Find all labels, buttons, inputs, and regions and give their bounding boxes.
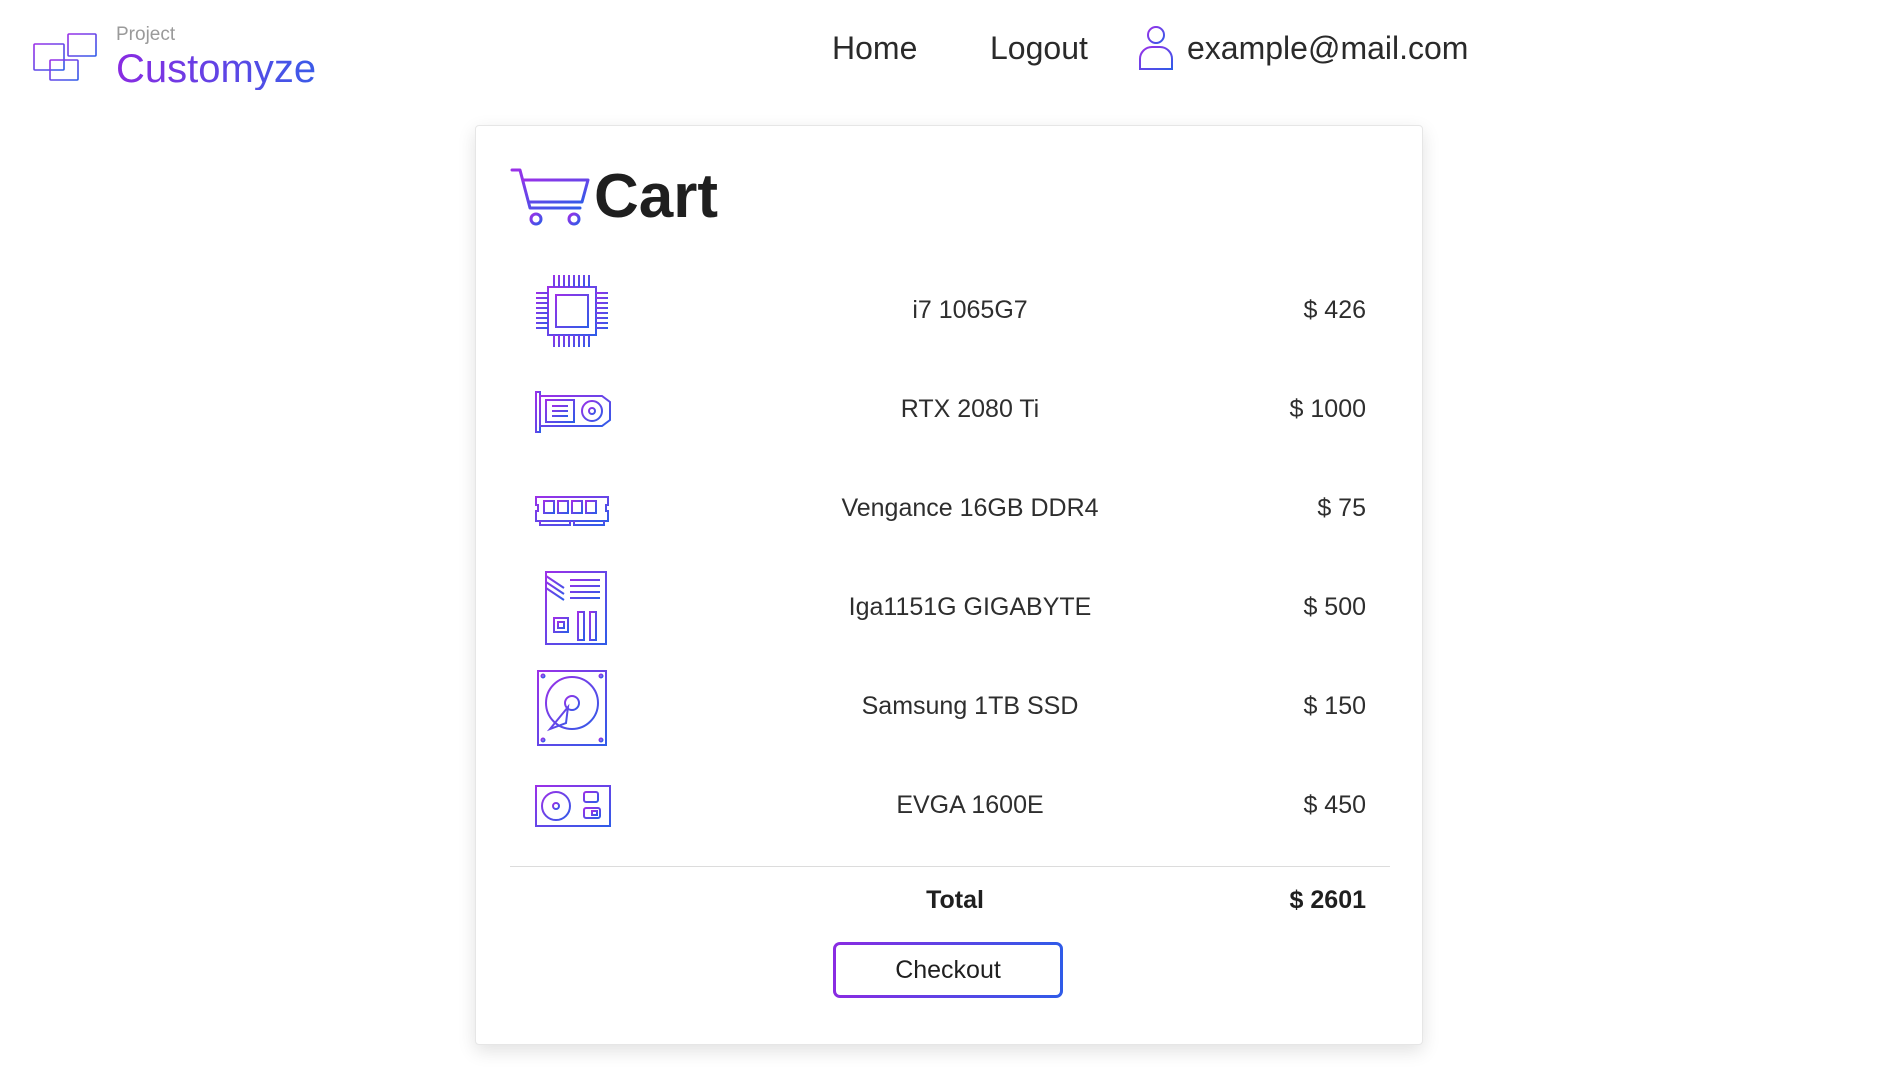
checkout-button[interactable]: Checkout [833,942,1063,998]
cart-item: Iga1151G GIGABYTE $ 500 [510,558,1390,657]
cart-title: Cart [594,162,719,231]
cart-item: Vengance 16GB DDR4 $ 75 [510,459,1390,558]
shopping-cart-icon [510,168,590,226]
cart-items: i7 1065G7 $ 426 RTX 2080 Ti $ 1000 Venga… [510,261,1390,855]
total-value: $ 2601 [1289,886,1366,914]
item-name: Vengance 16GB DDR4 [841,494,1099,522]
cart-item: EVGA 1600E $ 450 [510,756,1390,855]
nav-logout-link[interactable]: Logout [990,30,1088,67]
hard-drive-icon [537,669,607,746]
item-price: $ 150 [1303,692,1366,720]
item-name: RTX 2080 Ti [900,395,1040,423]
ram-icon [535,495,609,526]
cart-header: Cart [510,166,718,228]
cart-card: Cart i7 1065G7 $ 426 RTX 2080 Ti $ 1000 … [475,125,1423,1045]
user-email: example@mail.com [1187,29,1469,66]
cart-item: i7 1065G7 $ 426 [510,261,1390,360]
cart-item: Samsung 1TB SSD $ 150 [510,657,1390,756]
item-name: i7 1065G7 [912,296,1028,324]
total-divider [510,866,1390,867]
item-price: $ 450 [1303,791,1366,819]
monitor-windows-icon [33,33,97,89]
brand-logo[interactable]: Project Customyze [32,22,316,94]
motherboard-icon [545,570,607,645]
item-name: Samsung 1TB SSD [861,692,1079,720]
checkout-button-label: Checkout [836,945,1060,995]
gpu-icon [535,390,611,433]
item-price: $ 500 [1303,593,1366,621]
item-price: $ 426 [1303,296,1366,324]
item-name: Iga1151G GIGABYTE [848,593,1092,621]
cpu-icon [536,274,608,347]
brand-name: Customyze [116,47,317,91]
user-account[interactable]: example@mail.com [1137,25,1468,71]
total-row: Total $ 2601 [510,886,1390,926]
user-icon [1139,26,1173,70]
power-supply-icon [535,784,611,827]
total-label: Total [926,886,984,914]
item-price: $ 75 [1317,494,1366,522]
nav-home-link[interactable]: Home [832,30,917,67]
item-name: EVGA 1600E [896,791,1044,819]
item-price: $ 1000 [1289,395,1366,423]
cart-item: RTX 2080 Ti $ 1000 [510,360,1390,459]
brand-subtitle: Project [116,24,176,45]
